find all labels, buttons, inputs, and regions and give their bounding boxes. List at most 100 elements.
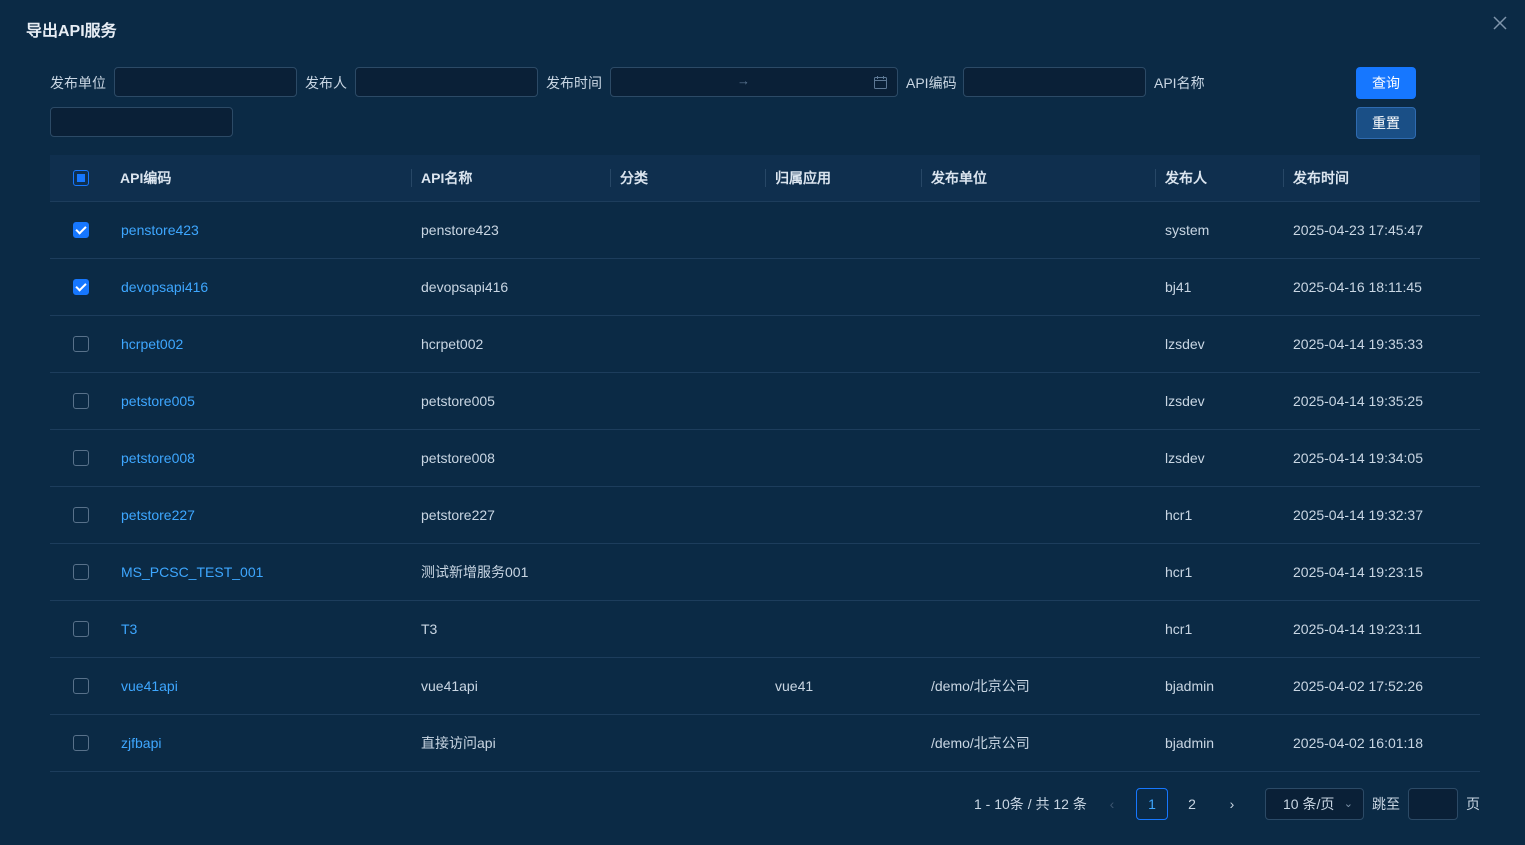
column-divider — [921, 169, 922, 187]
page-size-select[interactable]: 10 条/页 ⌄ — [1265, 788, 1364, 820]
api-name-label: API名称 — [1154, 75, 1205, 91]
api-name-cell: hcrpet002 — [421, 336, 484, 352]
column-header-publish-time: 发布时间 — [1293, 170, 1349, 186]
api-code-link[interactable]: vue41api — [121, 658, 178, 714]
row-checkbox[interactable] — [73, 336, 89, 352]
publisher-input[interactable] — [355, 67, 538, 97]
api-code-link[interactable]: petstore227 — [121, 487, 195, 543]
api-code-link[interactable]: hcrpet002 — [121, 316, 183, 372]
api-code-input[interactable] — [963, 67, 1146, 97]
table-row[interactable]: vue41api vue41api vue41/demo/北京公司 bjadmin 20… — [50, 658, 1480, 715]
row-checkbox[interactable] — [73, 735, 89, 751]
publish-time-cell: 2025-04-14 19:35:33 — [1293, 336, 1423, 352]
publisher-cell: lzsdev — [1165, 393, 1205, 409]
table-header: API编码 API名称 分类 归属应用 发布单位 发布人 发布时间 — [50, 155, 1480, 202]
calendar-icon — [874, 76, 887, 92]
api-code-link[interactable]: penstore423 — [121, 202, 199, 258]
table-row[interactable]: zjfbapi 直接访问api/demo/北京公司 bjadmin 2025-04-0… — [50, 715, 1480, 772]
app-cell: vue41 — [775, 678, 814, 694]
publish-time-cell: 2025-04-14 19:32:37 — [1293, 507, 1423, 523]
table-body: penstore423 penstore423 system 2025-04-23 1… — [50, 202, 1480, 772]
column-header-category: 分类 — [620, 170, 648, 186]
reset-button[interactable]: 重置 — [1356, 107, 1416, 139]
publish-time-range-picker[interactable]: → — [610, 67, 898, 97]
table-row[interactable]: petstore227 petstore227 hcr1 2025-04-14 19:… — [50, 487, 1480, 544]
api-code-link[interactable]: devopsapi416 — [121, 259, 208, 315]
column-header-app: 归属应用 — [775, 170, 831, 186]
query-button[interactable]: 查询 — [1356, 67, 1416, 99]
publisher-cell: bjadmin — [1165, 678, 1215, 694]
publish-time-cell: 2025-04-14 19:34:05 — [1293, 450, 1423, 466]
publisher-cell: lzsdev — [1165, 450, 1205, 466]
api-code-link[interactable]: T3 — [121, 601, 137, 657]
publish-time-cell: 2025-04-14 19:23:15 — [1293, 564, 1423, 580]
column-header-publisher: 发布人 — [1165, 170, 1207, 186]
chevron-right-icon[interactable]: › — [1216, 788, 1248, 820]
publisher-cell: bj41 — [1165, 279, 1192, 295]
row-checkbox[interactable] — [73, 450, 89, 466]
api-name-cell: 直接访问api — [421, 735, 496, 751]
table-row[interactable]: hcrpet002 hcrpet002 lzsdev 2025-04-14 19:35… — [50, 316, 1480, 373]
publish-unit-input[interactable] — [114, 67, 297, 97]
publish-unit-label: 发布单位 — [50, 75, 106, 91]
row-checkbox[interactable] — [73, 222, 89, 238]
column-header-publish-unit: 发布单位 — [931, 170, 987, 186]
publish-unit-cell: /demo/北京公司 — [931, 678, 1030, 694]
table-row[interactable]: petstore008 petstore008 lzsdev 2025-04-14 1… — [50, 430, 1480, 487]
date-separator: → — [737, 73, 750, 88]
row-checkbox[interactable] — [73, 621, 89, 637]
publish-time-cell: 2025-04-16 18:11:45 — [1293, 279, 1422, 295]
publish-unit-cell: /demo/北京公司 — [931, 735, 1030, 751]
page-2-button[interactable]: 2 — [1176, 788, 1208, 820]
api-name-cell: petstore227 — [421, 507, 495, 523]
api-name-cell: devopsapi416 — [421, 279, 509, 295]
api-name-cell: penstore423 — [421, 222, 499, 238]
publisher-cell: hcr1 — [1165, 507, 1193, 523]
column-divider — [411, 169, 412, 187]
column-divider — [610, 169, 611, 187]
table-row[interactable]: petstore005 petstore005 lzsdev 2025-04-14 1… — [50, 373, 1480, 430]
api-name-cell: petstore005 — [421, 393, 495, 409]
column-header-api-code: API编码 — [120, 170, 172, 186]
pagination-total: 1 - 10条 / 共 12 条 — [974, 796, 1087, 812]
page-unit-label: 页 — [1466, 796, 1480, 812]
publisher-cell: bjadmin — [1165, 735, 1215, 751]
table-row[interactable]: devopsapi416 devopsapi416 bj41 2025-04-16 1… — [50, 259, 1480, 316]
api-name-input[interactable] — [50, 107, 233, 137]
api-code-link[interactable]: zjfbapi — [121, 715, 161, 771]
row-checkbox[interactable] — [73, 279, 89, 295]
close-icon[interactable] — [1490, 13, 1510, 33]
publisher-cell: hcr1 — [1165, 564, 1193, 580]
chevron-left-icon[interactable]: ‹ — [1096, 788, 1128, 820]
row-checkbox[interactable] — [73, 564, 89, 580]
page-size-value: 10 条/页 — [1283, 796, 1335, 812]
chevron-down-icon: ⌄ — [1343, 798, 1353, 810]
table-row[interactable]: T3 T3 hcr1 2025-04-14 19:23:11 — [50, 601, 1480, 658]
column-header-api-name: API名称 — [421, 170, 473, 186]
row-checkbox[interactable] — [73, 678, 89, 694]
publish-time-cell: 2025-04-02 17:52:26 — [1293, 678, 1423, 694]
column-divider — [1283, 169, 1284, 187]
publish-time-label: 发布时间 — [546, 75, 602, 91]
publish-time-cell: 2025-04-02 16:01:18 — [1293, 735, 1423, 751]
table-row[interactable]: penstore423 penstore423 system 2025-04-23 1… — [50, 202, 1480, 259]
table-row[interactable]: MS_PCSC_TEST_001 测试新增服务001 hcr1 2025-04-14 … — [50, 544, 1480, 601]
api-code-link[interactable]: MS_PCSC_TEST_001 — [121, 544, 263, 600]
page-1-button[interactable]: 1 — [1136, 788, 1168, 820]
publisher-cell: lzsdev — [1165, 336, 1205, 352]
jump-label: 跳至 — [1372, 796, 1400, 812]
api-table: API编码 API名称 分类 归属应用 发布单位 发布人 发布时间 pensto… — [50, 155, 1480, 772]
api-name-cell: vue41api — [421, 678, 478, 694]
api-name-cell: T3 — [421, 621, 438, 637]
api-name-cell: 测试新增服务001 — [421, 564, 529, 580]
select-all-checkbox[interactable] — [73, 170, 89, 186]
jump-page-input[interactable] — [1408, 788, 1458, 820]
api-code-link[interactable]: petstore005 — [121, 373, 195, 429]
row-checkbox[interactable] — [73, 393, 89, 409]
publisher-cell: system — [1165, 222, 1210, 238]
publish-time-cell: 2025-04-23 17:45:47 — [1293, 222, 1423, 238]
publisher-label: 发布人 — [305, 75, 347, 91]
api-code-link[interactable]: petstore008 — [121, 430, 195, 486]
publish-time-cell: 2025-04-14 19:23:11 — [1293, 621, 1422, 637]
row-checkbox[interactable] — [73, 507, 89, 523]
